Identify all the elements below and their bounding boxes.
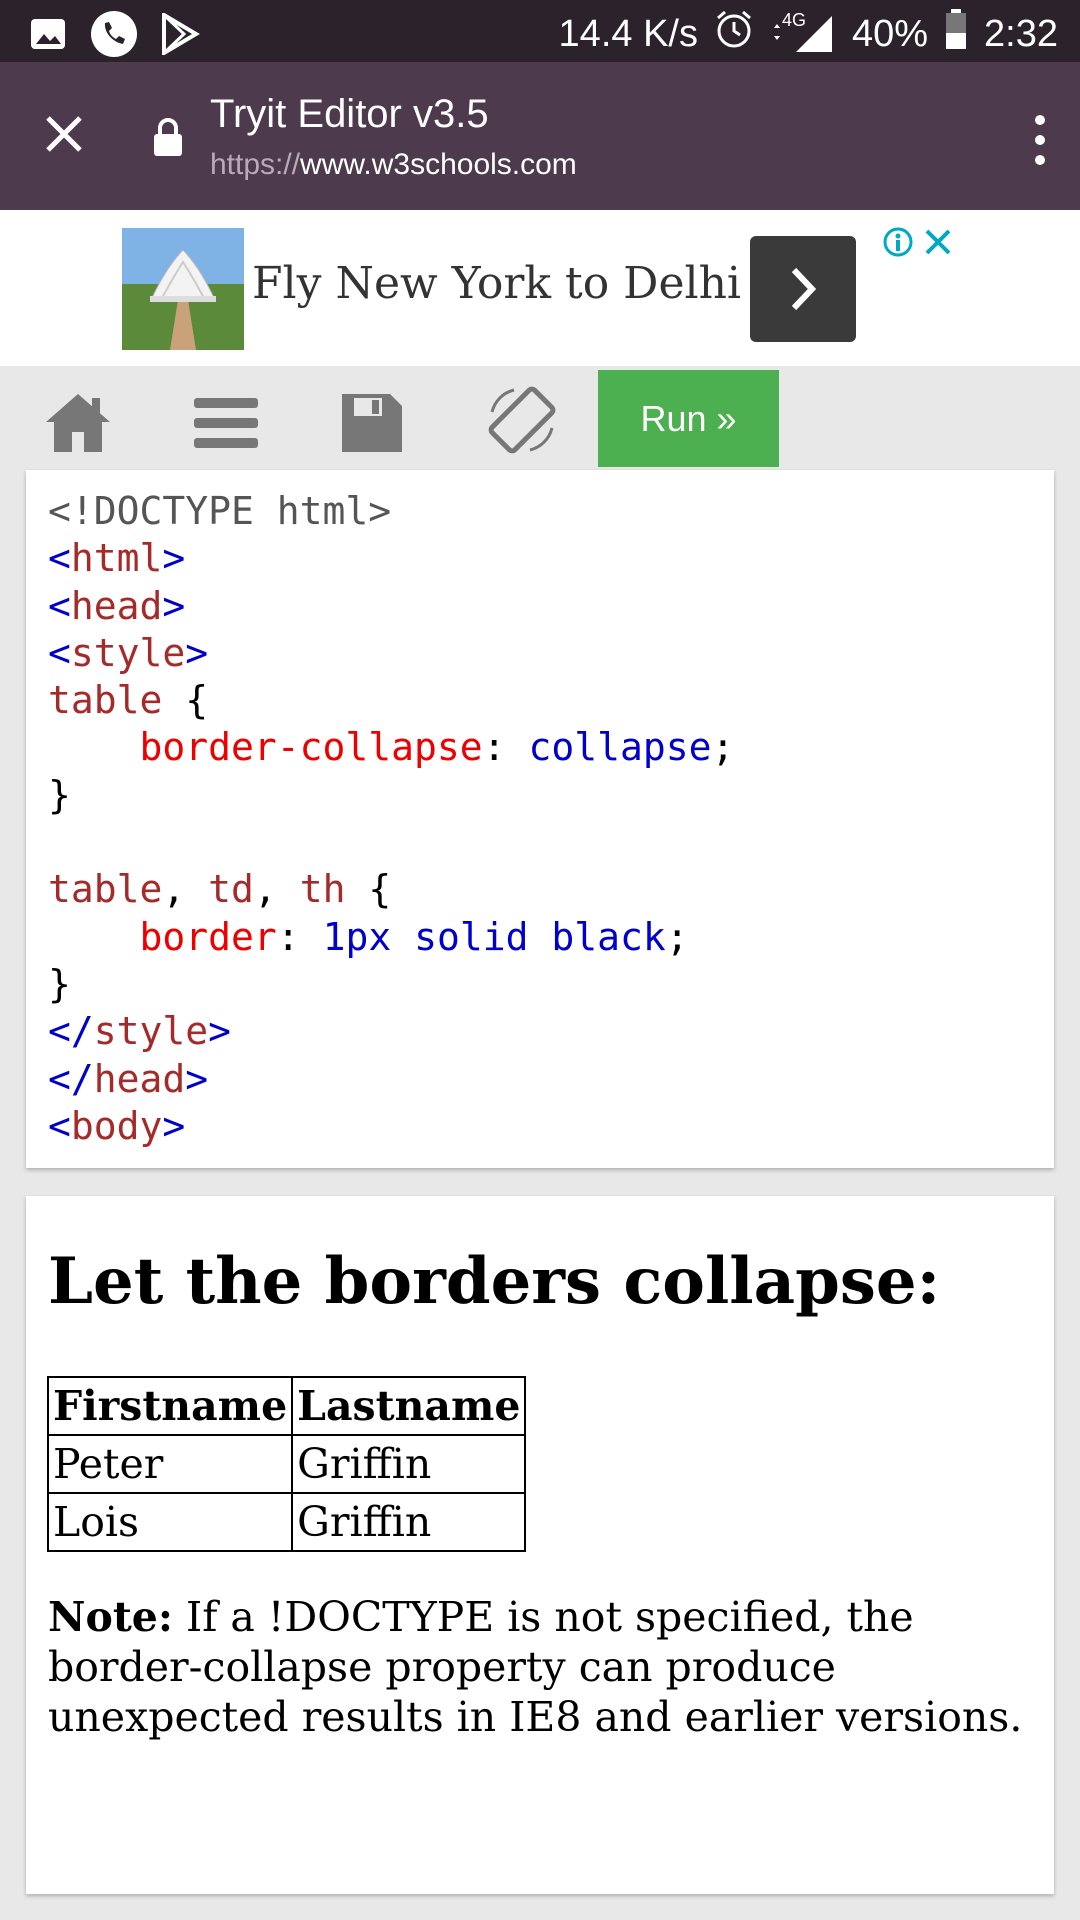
play-store-icon [160, 11, 200, 60]
clock: 2:32 [984, 12, 1058, 55]
code-line[interactable]: border-collapse: collapse; [48, 724, 735, 771]
ad-banner[interactable]: Fly New York to Delhi [0, 210, 1080, 366]
result-note: Note: If a !DOCTYPE is not specified, th… [48, 1592, 1038, 1742]
table-row: Peter Griffin [46, 1434, 527, 1494]
run-button[interactable]: Run » [598, 370, 779, 467]
chevron-right-icon [791, 267, 817, 311]
note-text: If a !DOCTYPE is not specified, the bord… [48, 1593, 1023, 1741]
table-cell: Lois [46, 1492, 294, 1552]
ad-close-icon[interactable] [922, 226, 954, 258]
code-line[interactable]: <!DOCTYPE html> [48, 488, 734, 535]
code-line[interactable]: table, td, th { [48, 866, 734, 913]
page-title: Tryit Editor v3.5 [210, 92, 489, 136]
net-speed: 14.4 K/s [558, 12, 698, 55]
status-bar: 14.4 K/s 4G 40% 2:32 [0, 0, 1080, 62]
code-line[interactable]: <head> [48, 583, 734, 630]
code-line[interactable]: <body> [48, 1103, 734, 1150]
table-header-row: Firstname Lastname [46, 1376, 527, 1436]
battery-icon [944, 8, 968, 60]
rotate-icon[interactable] [484, 382, 560, 458]
gallery-icon [28, 14, 68, 59]
battery-percent: 40% [851, 12, 929, 55]
result-table: Firstname Lastname Peter Griffin Lois Gr… [46, 1376, 527, 1552]
url-scheme: https:// [210, 148, 301, 181]
save-icon[interactable] [336, 390, 408, 456]
ad-info-icon[interactable] [882, 226, 914, 258]
code-text[interactable]: <!DOCTYPE html> <html> <head> <style> table … [48, 488, 734, 1150]
close-icon[interactable] [40, 110, 88, 158]
editor-toolbar: Run » [0, 370, 1080, 470]
code-line[interactable]: <style> [48, 630, 734, 677]
table-cell: Peter [46, 1434, 294, 1494]
phone-icon [90, 10, 138, 63]
code-line[interactable]: </head> [48, 1056, 734, 1103]
signal-icon: 4G [770, 10, 836, 54]
table-cell: Griffin [291, 1492, 527, 1552]
note-label: Note: [48, 1593, 173, 1641]
code-line[interactable]: <html> [48, 535, 734, 582]
ad-text[interactable]: Fly New York to Delhi [252, 258, 741, 309]
result-panel: Let the borders collapse: Firstname Last… [26, 1196, 1054, 1894]
code-line[interactable]: border: 1px solid black; [48, 914, 734, 961]
table-header: Firstname [46, 1376, 294, 1436]
table-cell: Griffin [291, 1434, 527, 1494]
code-line[interactable]: </style> [48, 1008, 734, 1055]
code-line[interactable] [48, 819, 734, 866]
ad-image [122, 228, 244, 350]
code-line[interactable]: table { [48, 677, 734, 724]
table-header: Lastname [291, 1376, 527, 1436]
alarm-icon [714, 9, 754, 59]
code-line[interactable]: } [48, 772, 734, 819]
result-heading: Let the borders collapse: [48, 1244, 941, 1319]
ad-go-button[interactable] [750, 236, 856, 342]
overflow-menu-icon[interactable] [1030, 114, 1050, 166]
code-line[interactable]: } [48, 961, 734, 1008]
url-host: www.w3schools.com [300, 148, 577, 181]
table-row: Lois Griffin [46, 1492, 527, 1552]
code-editor[interactable]: <!DOCTYPE html> <html> <head> <style> table … [26, 470, 1054, 1168]
menu-icon[interactable] [190, 390, 262, 456]
home-icon[interactable] [42, 390, 114, 456]
browser-toolbar: Tryit Editor v3.5 https://www.w3schools.… [0, 62, 1080, 210]
lock-icon [152, 117, 184, 157]
page-url[interactable]: https://www.w3schools.com [210, 148, 577, 182]
